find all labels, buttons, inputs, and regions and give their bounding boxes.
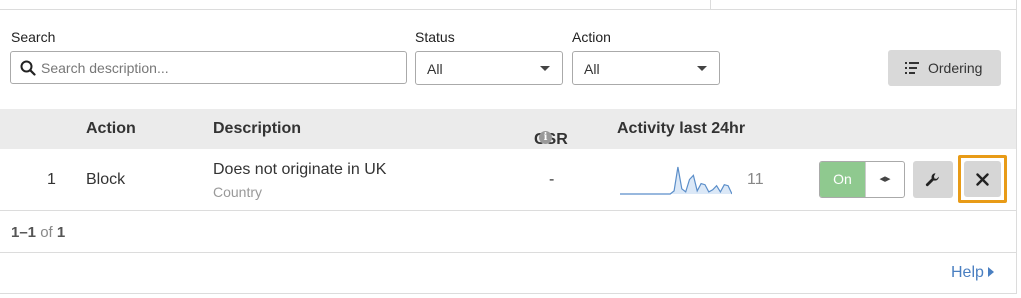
search-input[interactable] <box>41 52 401 83</box>
help-link[interactable]: Help <box>951 264 994 282</box>
row-activity-count: 11 <box>747 171 764 188</box>
chevron-down-icon <box>697 66 707 71</box>
caret-right-icon <box>987 267 994 277</box>
row-description-type: Country <box>213 184 263 200</box>
row-csr: - <box>549 171 555 188</box>
pagination-total: 1 <box>56 224 66 241</box>
list-icon <box>905 62 919 74</box>
enabled-toggle[interactable]: On ◂▸ <box>819 161 905 198</box>
footer-divider <box>0 252 1016 253</box>
pagination-of: of <box>40 224 53 241</box>
ordering-button[interactable]: Ordering <box>888 50 1001 86</box>
close-icon <box>976 173 989 186</box>
status-select-value: All <box>427 61 443 77</box>
activity-sparkline <box>620 166 732 195</box>
help-label: Help <box>951 264 984 281</box>
search-icon <box>20 60 36 76</box>
pagination-range: 1–1 <box>11 224 37 241</box>
panel-bottom-border <box>0 293 1017 294</box>
status-label: Status <box>415 29 455 45</box>
row-action: Block <box>86 171 126 188</box>
edit-button[interactable] <box>913 161 953 198</box>
row-index: 1 <box>47 171 56 188</box>
tab-divider <box>710 0 711 10</box>
chevron-down-icon <box>540 66 550 71</box>
header-description[interactable]: Description <box>213 120 301 138</box>
status-select[interactable]: All <box>415 51 563 85</box>
table-header: Action Description CSRi Activity last 24… <box>0 109 1016 149</box>
action-select-value: All <box>584 61 600 77</box>
row-description: Does not originate in UK <box>213 161 387 178</box>
search-field[interactable] <box>10 51 407 84</box>
toggle-on-label[interactable]: On <box>820 162 865 197</box>
pagination-summary: 1–1 of 1 <box>11 224 65 241</box>
delete-button[interactable] <box>958 155 1007 203</box>
action-select[interactable]: All <box>572 51 720 85</box>
header-action[interactable]: Action <box>86 120 136 138</box>
toggle-arrows-icon[interactable]: ◂▸ <box>865 162 904 197</box>
wrench-icon <box>925 173 939 187</box>
delete-button-face[interactable] <box>964 161 1001 197</box>
filter-bar: Search Status Action All All Ordering <box>0 10 1016 109</box>
panel-right-border <box>1016 0 1017 294</box>
header-activity: Activity last 24hr <box>617 120 746 137</box>
search-label: Search <box>11 29 56 45</box>
table-row: 1 Block Does not originate in UK Country… <box>0 149 1016 211</box>
ordering-label: Ordering <box>928 60 983 76</box>
top-tab-strip <box>0 0 1017 10</box>
action-label: Action <box>572 29 611 45</box>
info-icon[interactable]: i <box>539 131 552 144</box>
